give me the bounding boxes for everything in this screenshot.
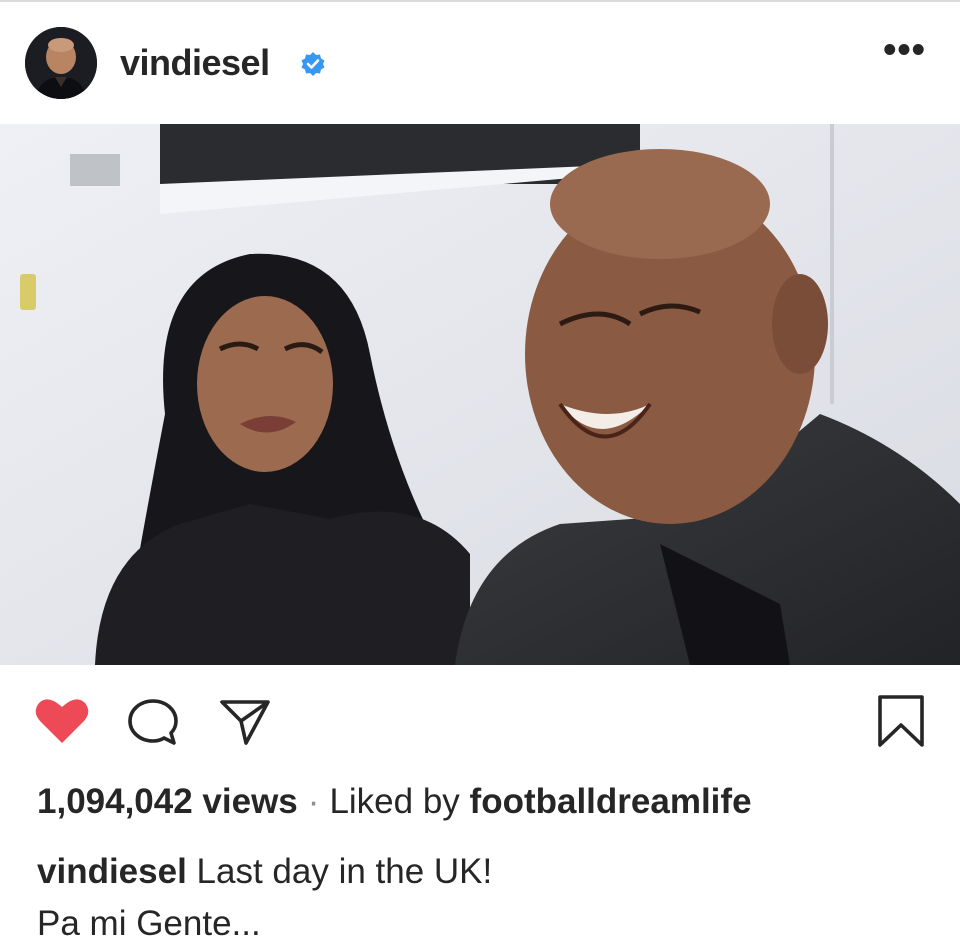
post-header: vindiesel ••• [0,2,960,124]
bookmark-icon[interactable] [874,693,928,749]
send-icon[interactable] [218,697,272,747]
more-options-icon[interactable]: ••• [883,31,926,69]
caption: vindiesel Last day in the UK! Pa mi Gent… [37,846,492,950]
liked-by-label: Liked by [329,782,460,821]
action-bar [0,665,960,775]
caption-username[interactable]: vindiesel [37,852,187,891]
post-video[interactable] [0,124,960,665]
comment-icon[interactable] [126,697,180,747]
caption-line-1: vindiesel Last day in the UK! [37,846,492,898]
heart-icon[interactable] [34,695,90,745]
liked-by-user[interactable]: footballdreamlife [470,782,752,821]
views-likes-line: 1,094,042 views · Liked by footballdreamli… [37,782,752,822]
separator: · [307,782,320,821]
avatar[interactable] [25,27,97,99]
username[interactable]: vindiesel [120,42,270,84]
views-count[interactable]: 1,094,042 views [37,782,298,821]
caption-text: Last day in the UK! [196,852,493,891]
caption-line-2: Pa mi Gente... [37,904,261,943]
verified-badge-icon [301,52,325,76]
